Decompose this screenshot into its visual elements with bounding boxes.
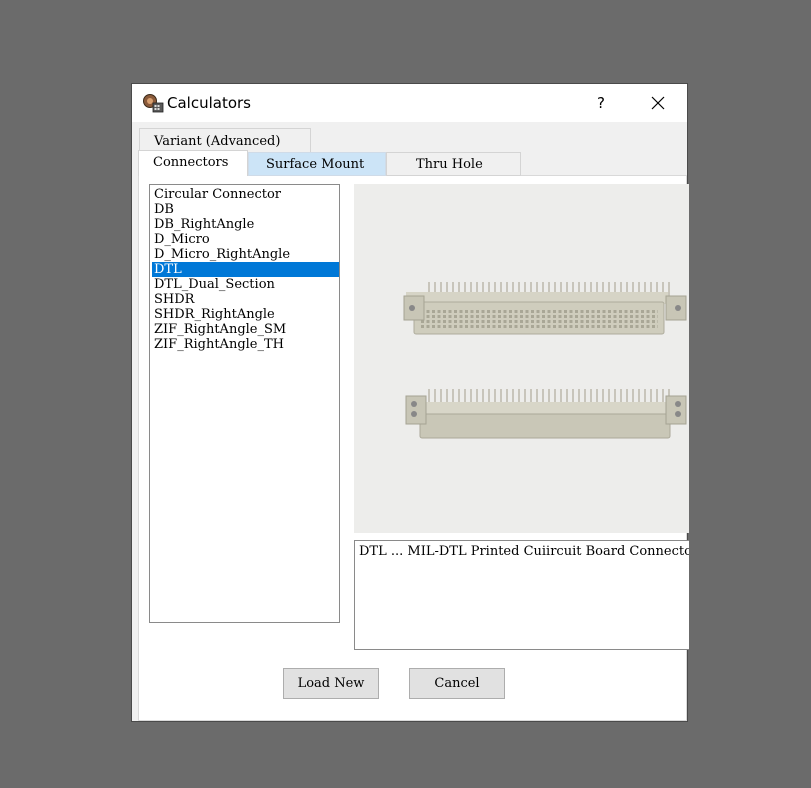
window-title: Calculators xyxy=(167,94,251,112)
list-item-shdr-rightangle[interactable]: SHDR_RightAngle xyxy=(152,307,339,322)
list-item-circular-connector[interactable]: Circular Connector xyxy=(152,187,339,202)
description-text: DTL ... MIL-DTL Printed Cuiircuit Board … xyxy=(359,544,689,559)
list-item-d-micro-rightangle[interactable]: D_Micro_RightAngle xyxy=(152,247,339,262)
connector-preview-image xyxy=(354,184,689,533)
tab-thru-hole[interactable]: Thru Hole xyxy=(386,152,521,176)
list-item-dtl[interactable]: DTL xyxy=(152,262,339,277)
list-item-zif-rightangle-th[interactable]: ZIF_RightAngle_TH xyxy=(152,337,339,352)
tab-surface-mount[interactable]: Surface Mount xyxy=(248,152,386,176)
description-box[interactable]: DTL ... MIL-DTL Printed Cuiircuit Board … xyxy=(354,540,689,650)
list-item-db-rightangle[interactable]: DB_RightAngle xyxy=(152,217,339,232)
list-item-dtl-dual-section[interactable]: DTL_Dual_Section xyxy=(152,277,339,292)
help-button[interactable]: ? xyxy=(587,90,615,116)
title-bar[interactable]: Calculators ? xyxy=(132,84,687,122)
tab-connectors[interactable]: Connectors xyxy=(138,150,248,176)
list-item-zif-rightangle-sm[interactable]: ZIF_RightAngle_SM xyxy=(152,322,339,337)
cancel-button[interactable]: Cancel xyxy=(409,668,505,699)
tab-variant-advanced[interactable]: Variant (Advanced) xyxy=(139,128,311,152)
close-icon[interactable] xyxy=(642,89,674,117)
list-item-db[interactable]: DB xyxy=(152,202,339,217)
list-item-d-micro[interactable]: D_Micro xyxy=(152,232,339,247)
load-new-button[interactable]: Load New xyxy=(283,668,379,699)
calculator-app-icon xyxy=(143,94,164,113)
connector-type-list[interactable]: Circular Connector DB DB_RightAngle D_Mi… xyxy=(149,184,340,623)
list-item-shdr[interactable]: SHDR xyxy=(152,292,339,307)
dtl-connector-image xyxy=(403,282,687,439)
calculators-dialog: Calculators ? Variant (Advanced) Connect… xyxy=(131,83,689,722)
